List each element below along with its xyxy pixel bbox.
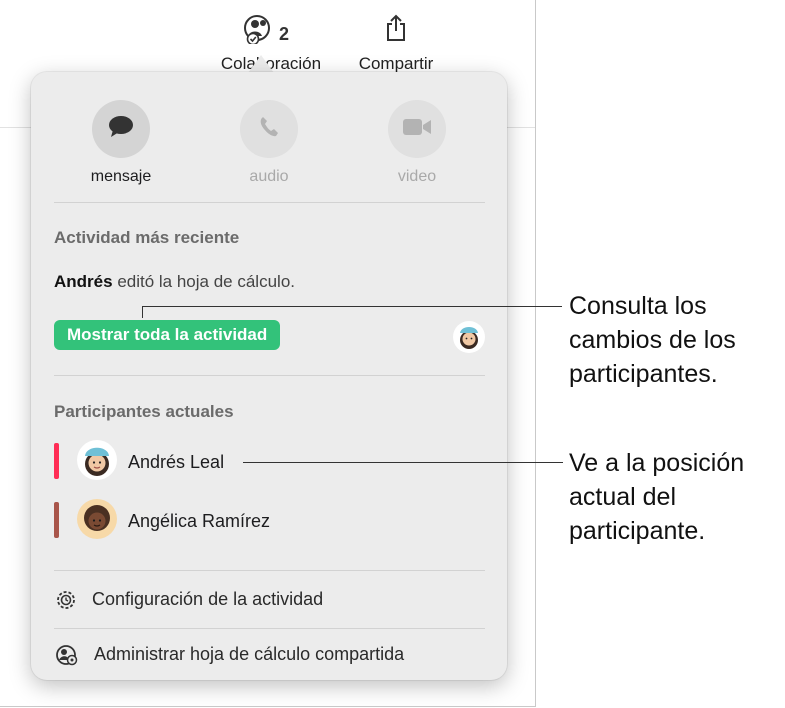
participant-color-bar xyxy=(54,443,59,479)
callout-line xyxy=(142,306,143,318)
divider xyxy=(54,202,485,203)
share-icon xyxy=(385,14,407,46)
manage-shared-spreadsheet-item[interactable]: Administrar hoja de cálculo compartida xyxy=(54,643,494,669)
video-label: video xyxy=(397,168,437,185)
participant-name: Angélica Ramírez xyxy=(128,511,271,531)
callout-activity: Consulta los cambios de los participante… xyxy=(569,292,736,388)
collaboration-popover: mensaje audio video Actividad más recien… xyxy=(31,72,507,680)
show-all-activity-button[interactable]: Mostrar toda la actividad xyxy=(54,320,281,350)
divider xyxy=(54,628,485,629)
divider xyxy=(54,570,485,571)
avatar xyxy=(77,440,117,485)
callout-line xyxy=(142,306,562,307)
collaboration-icon xyxy=(242,14,276,49)
gear-clock-icon xyxy=(54,588,78,617)
participant-name: Andrés Leal xyxy=(128,452,225,472)
participant-color-bar xyxy=(54,502,59,538)
video-button[interactable]: video xyxy=(382,100,452,186)
recent-activity-title: Actividad más reciente xyxy=(54,228,240,247)
activity-action: editó la hoja de cálculo. xyxy=(117,272,295,291)
audio-button[interactable]: audio xyxy=(234,100,304,186)
share-label: Compartir xyxy=(358,54,434,73)
callout-line xyxy=(243,462,563,463)
message-button[interactable]: mensaje xyxy=(86,100,156,186)
message-bubble-icon xyxy=(108,115,134,144)
manage-shared-label: Administrar hoja de cálculo compartida xyxy=(94,644,405,664)
message-label: mensaje xyxy=(90,168,152,185)
activity-avatar xyxy=(453,321,485,358)
collaboration-settings-icon xyxy=(54,643,80,672)
popover-arrow xyxy=(248,55,274,73)
video-camera-icon xyxy=(402,117,432,142)
share-button[interactable]: Compartir xyxy=(352,14,440,74)
avatar xyxy=(77,499,117,544)
activity-settings-item[interactable]: Configuración de la actividad xyxy=(54,588,474,614)
audio-label: audio xyxy=(249,168,289,185)
divider xyxy=(54,375,485,376)
current-participants-title: Participantes actuales xyxy=(54,402,234,421)
activity-settings-label: Configuración de la actividad xyxy=(92,589,324,609)
participant-count: 2 xyxy=(279,24,290,44)
activity-actor: Andrés xyxy=(54,272,113,291)
participant-row-angelica-ramirez[interactable]: Angélica Ramírez xyxy=(54,499,474,543)
recent-activity-text: Andrés editó la hoja de cálculo. xyxy=(54,272,295,292)
callout-participant-position: Ve a la posición actual del participante… xyxy=(569,449,745,545)
phone-icon xyxy=(258,116,280,143)
